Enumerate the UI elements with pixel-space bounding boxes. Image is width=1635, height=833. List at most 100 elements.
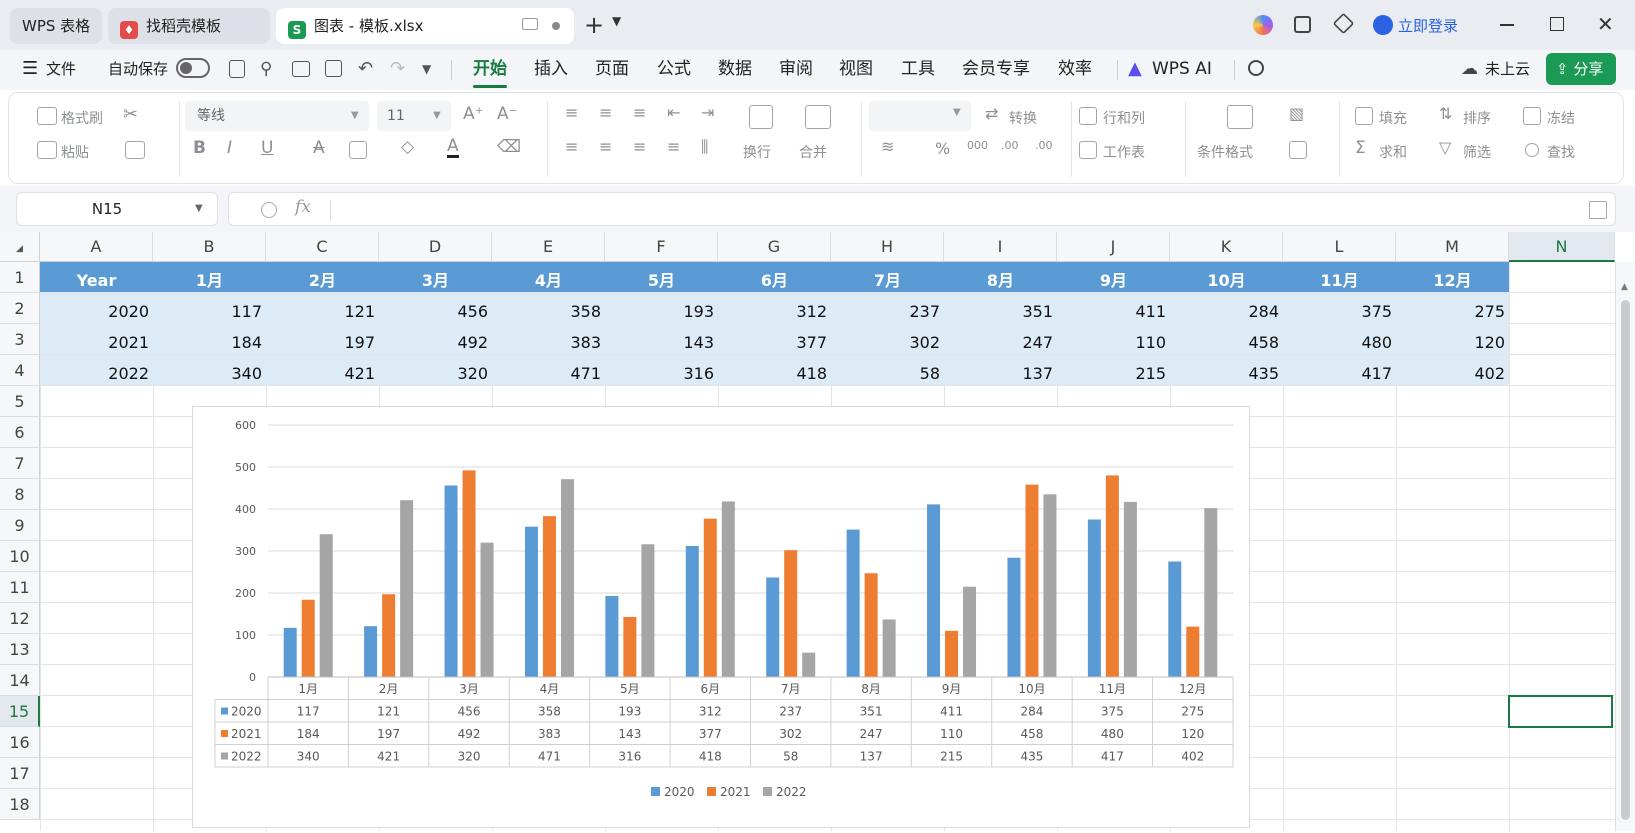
cube-icon[interactable] bbox=[1332, 12, 1355, 35]
data-cell[interactable]: 402 bbox=[1396, 358, 1509, 389]
format-painter-label[interactable]: 格式刷 bbox=[61, 108, 103, 128]
data-cell[interactable]: 351 bbox=[944, 296, 1057, 327]
data-cell[interactable]: 58 bbox=[831, 358, 944, 389]
tab-wps-home[interactable]: WPS 表格 bbox=[10, 8, 102, 44]
freeze-icon[interactable] bbox=[1523, 107, 1541, 125]
fill-color-icon[interactable]: ◇ bbox=[401, 137, 414, 157]
data-cell[interactable]: 193 bbox=[605, 296, 718, 327]
increase-decimal-icon[interactable]: .00 bbox=[1001, 139, 1019, 152]
clear-format-icon[interactable]: ⌫ bbox=[497, 137, 521, 157]
close-icon[interactable]: ✕ bbox=[1597, 12, 1614, 36]
decrease-font-icon[interactable]: A⁻ bbox=[497, 104, 518, 124]
filter-icon[interactable]: ▽ bbox=[1439, 138, 1451, 157]
decrease-indent-icon[interactable]: ⇤ bbox=[667, 103, 680, 122]
align-center-icon[interactable]: ≡ bbox=[599, 137, 612, 156]
format-painter-icon[interactable] bbox=[37, 107, 57, 125]
rows-cols-label[interactable]: 行和列 bbox=[1103, 108, 1145, 128]
data-cell[interactable]: 316 bbox=[605, 358, 718, 389]
row-header-12[interactable]: 12 bbox=[0, 603, 40, 634]
decrease-decimal-icon[interactable]: .00 bbox=[1035, 139, 1053, 152]
filter-label[interactable]: 筛选 bbox=[1463, 142, 1491, 162]
header-cell[interactable]: 2月 bbox=[266, 265, 379, 296]
find-label[interactable]: 查找 bbox=[1547, 142, 1575, 162]
more-chevron-icon[interactable]: ▼ bbox=[422, 50, 431, 90]
autosave-toggle[interactable] bbox=[176, 58, 210, 78]
merge-label[interactable]: 合并 bbox=[799, 142, 827, 162]
wrap-icon[interactable] bbox=[749, 105, 773, 129]
column-header-l[interactable]: L bbox=[1283, 232, 1396, 262]
share-button[interactable]: ⇪ 分享 bbox=[1546, 53, 1616, 85]
row-header-5[interactable]: 5 bbox=[0, 386, 40, 417]
sum-icon[interactable]: Σ bbox=[1355, 138, 1366, 158]
row-header-18[interactable]: 18 bbox=[0, 789, 40, 820]
font-size-select[interactable]: 11 ▼ bbox=[377, 101, 451, 131]
data-cell[interactable]: 358 bbox=[492, 296, 605, 327]
row-header-14[interactable]: 14 bbox=[0, 665, 40, 696]
undo-icon[interactable]: ↶ bbox=[358, 50, 373, 90]
menu-insert[interactable]: 插入 bbox=[534, 50, 568, 90]
rows-cols-icon[interactable] bbox=[1079, 107, 1097, 125]
tab-chart-workbook[interactable]: S 图表 - 模板.xlsx bbox=[276, 8, 574, 44]
save-icon[interactable] bbox=[229, 60, 245, 78]
row-header-17[interactable]: 17 bbox=[0, 758, 40, 789]
row-header-15[interactable]: 15 bbox=[0, 696, 40, 727]
convert-icon[interactable]: ⇄ bbox=[985, 104, 998, 123]
column-header-k[interactable]: K bbox=[1170, 232, 1283, 262]
menu-efficiency[interactable]: 效率 bbox=[1058, 50, 1092, 90]
merge-icon[interactable] bbox=[805, 105, 831, 129]
font-color-icon[interactable]: A bbox=[447, 137, 459, 158]
data-cell[interactable]: 117 bbox=[153, 296, 266, 327]
underline-icon[interactable]: U bbox=[261, 138, 273, 158]
data-cell[interactable]: 383 bbox=[492, 327, 605, 358]
menu-data[interactable]: 数据 bbox=[718, 50, 752, 90]
file-menu[interactable]: 文件 bbox=[46, 50, 76, 90]
expand-formula-icon[interactable] bbox=[1589, 201, 1607, 219]
header-cell[interactable]: 6月 bbox=[718, 265, 831, 296]
data-cell[interactable]: 215 bbox=[1057, 358, 1170, 389]
strikethrough-icon[interactable]: A bbox=[313, 138, 325, 158]
hamburger-icon[interactable]: ☰ bbox=[22, 50, 38, 90]
column-header-h[interactable]: H bbox=[831, 232, 944, 262]
header-cell[interactable]: 8月 bbox=[944, 265, 1057, 296]
row-header-1[interactable]: 1 bbox=[0, 262, 40, 293]
data-cell[interactable]: 471 bbox=[492, 358, 605, 389]
fill-icon[interactable] bbox=[1355, 107, 1373, 125]
column-header-c[interactable]: C bbox=[266, 232, 379, 262]
data-cell[interactable]: 302 bbox=[831, 327, 944, 358]
paste-label[interactable]: 粘贴 bbox=[61, 142, 89, 162]
row-header-7[interactable]: 7 bbox=[0, 448, 40, 479]
column-header-j[interactable]: J bbox=[1057, 232, 1170, 262]
scrollbar-thumb[interactable] bbox=[1621, 300, 1630, 820]
sort-label[interactable]: 排序 bbox=[1463, 108, 1491, 128]
header-cell[interactable]: 4月 bbox=[492, 265, 605, 296]
row-header-9[interactable]: 9 bbox=[0, 510, 40, 541]
menu-tools[interactable]: 工具 bbox=[901, 50, 935, 90]
name-box[interactable]: N15 ▼ bbox=[16, 192, 218, 226]
column-header-m[interactable]: M bbox=[1396, 232, 1509, 262]
data-cell[interactable]: 377 bbox=[718, 327, 831, 358]
menu-review[interactable]: 审阅 bbox=[779, 50, 813, 90]
row-header-8[interactable]: 8 bbox=[0, 479, 40, 510]
column-header-e[interactable]: E bbox=[492, 232, 605, 262]
row-header-6[interactable]: 6 bbox=[0, 417, 40, 448]
conditional-format-icon[interactable] bbox=[1227, 105, 1253, 129]
convert-label[interactable]: 转换 bbox=[1009, 108, 1037, 128]
row-header-11[interactable]: 11 bbox=[0, 572, 40, 603]
window-mode-icon[interactable] bbox=[522, 18, 538, 30]
column-header-g[interactable]: G bbox=[718, 232, 831, 262]
cut-icon[interactable]: ✂ bbox=[123, 104, 138, 125]
column-header-a[interactable]: A bbox=[40, 232, 153, 262]
menu-formula[interactable]: 公式 bbox=[657, 50, 691, 90]
data-cell[interactable]: 411 bbox=[1057, 296, 1170, 327]
header-cell[interactable]: 7月 bbox=[831, 265, 944, 296]
align-middle-icon[interactable]: ≡ bbox=[599, 103, 612, 122]
align-top-icon[interactable]: ≡ bbox=[565, 103, 578, 122]
link-icon[interactable]: ⚲ bbox=[260, 50, 272, 90]
font-name-select[interactable]: 等线 ▼ bbox=[185, 101, 369, 131]
conditional-format-label[interactable]: 条件格式 bbox=[1197, 142, 1253, 162]
data-cell[interactable]: 2022 bbox=[40, 358, 153, 389]
increase-font-icon[interactable]: A⁺ bbox=[463, 104, 484, 124]
zoom-icon[interactable] bbox=[261, 202, 277, 218]
chart-object[interactable]: 0 100 200 300 400 500 600 1月 2月 3月 4月 5月 6月 7月 8月 9月 10月… bbox=[192, 406, 1250, 828]
data-cell[interactable]: 275 bbox=[1396, 296, 1509, 327]
